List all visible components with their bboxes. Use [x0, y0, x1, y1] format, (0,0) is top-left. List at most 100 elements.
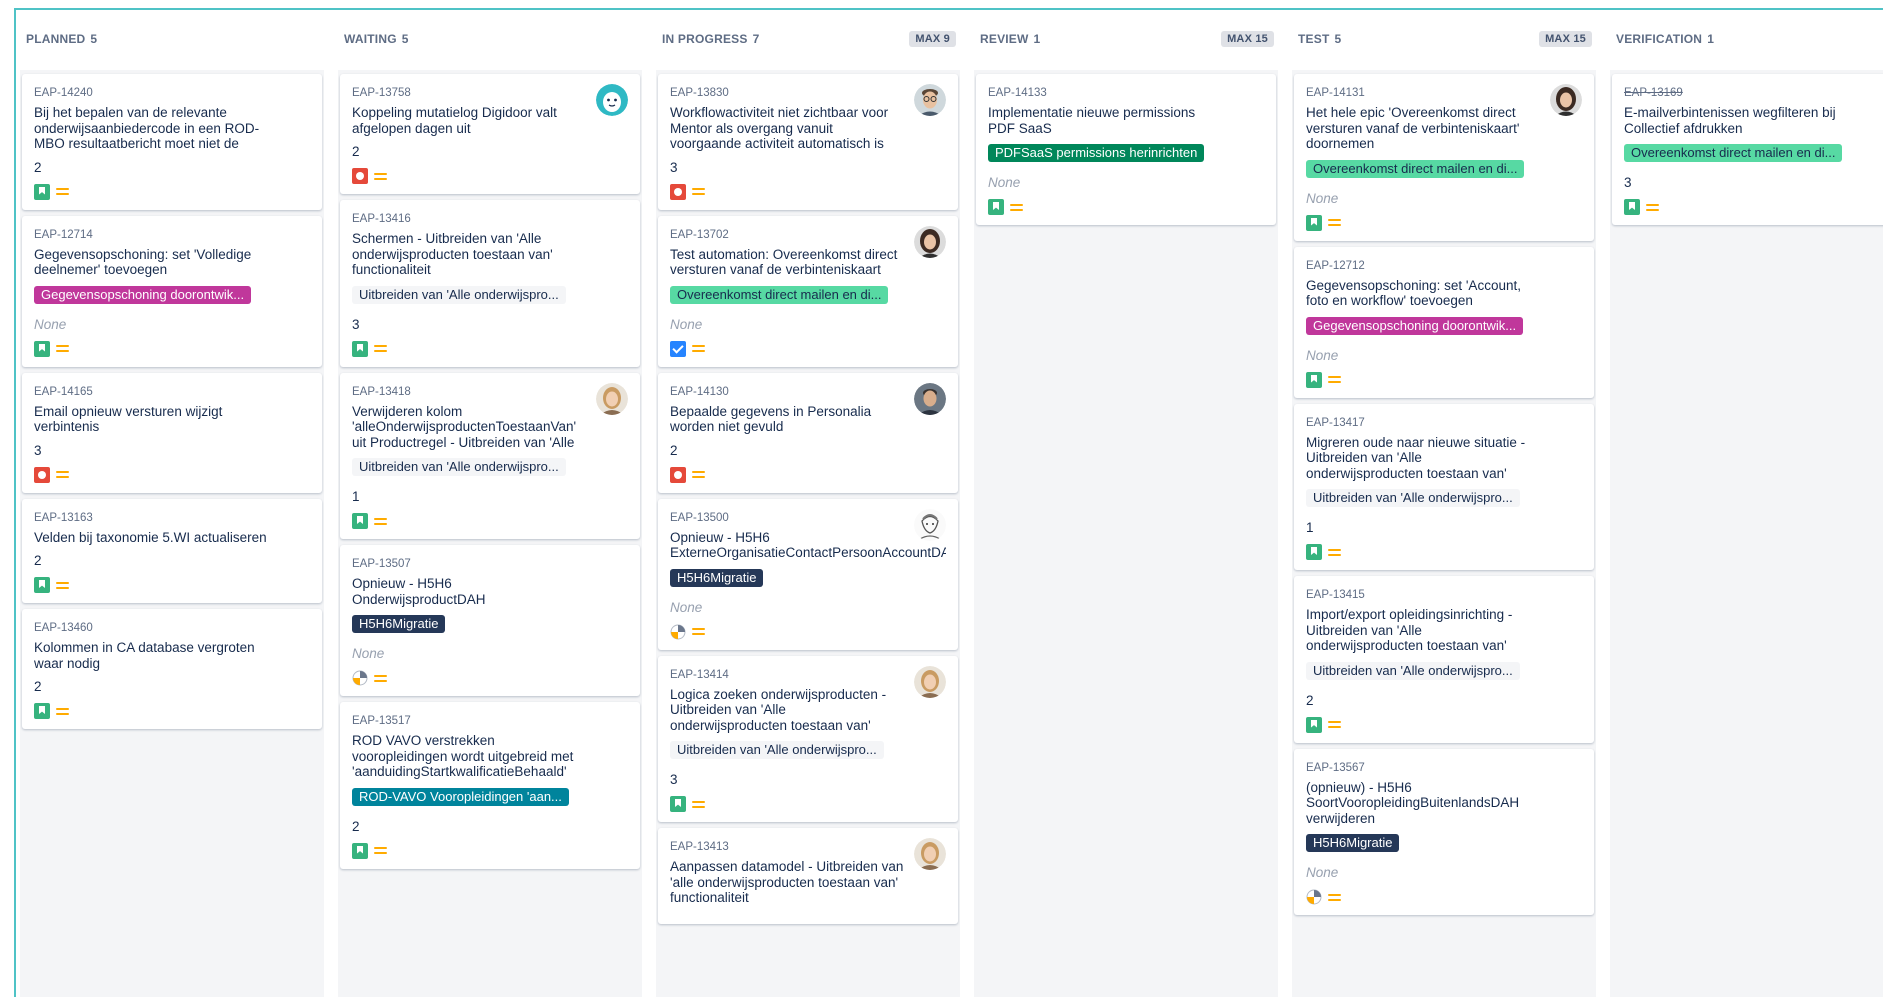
issue-key[interactable]: EAP-13163 [34, 511, 310, 525]
issue-card[interactable]: EAP-13417 Migreren oude naar nieuwe situ… [1294, 403, 1594, 570]
column-body: EAP-14131 Het hele epic 'Overeenkomst di… [1292, 70, 1596, 997]
issue-card[interactable]: EAP-13517 ROD VAVO verstrekken vooroplei… [340, 702, 640, 869]
issue-card[interactable]: EAP-13169 E-mailverbintenissen wegfilter… [1612, 74, 1883, 225]
issue-card[interactable]: EAP-13702 Test automation: Overeenkomst … [658, 215, 958, 367]
priority-medium-icon [374, 846, 387, 855]
issue-summary: Test automation: Overeenkomst direct ver… [670, 246, 898, 278]
issue-key[interactable]: EAP-14133 [988, 86, 1264, 100]
bug-icon [670, 183, 686, 200]
assignee-avatar[interactable] [596, 84, 628, 116]
assignee-avatar[interactable] [914, 508, 946, 541]
epic-label: Uitbreiden van 'Alle onderwijspro... [670, 741, 884, 759]
assignee-avatar[interactable] [914, 84, 946, 116]
issue-key[interactable]: EAP-13417 [1306, 416, 1582, 430]
assignee-avatar[interactable] [914, 382, 946, 415]
issue-key[interactable]: EAP-13414 [670, 668, 946, 682]
issue-card[interactable]: EAP-13418 Verwijderen kolom 'alleOnderwi… [340, 372, 640, 539]
story-points-none: None [988, 175, 1021, 190]
issue-key[interactable]: EAP-13830 [670, 86, 946, 100]
assignee-avatar[interactable] [914, 225, 946, 258]
issue-summary: Gegevensopschoning: set 'Account, foto e… [1306, 277, 1521, 309]
issue-key[interactable]: EAP-13500 [670, 511, 946, 525]
issue-card[interactable]: EAP-13507 Opnieuw - H5H6 Onderwijsproduc… [340, 545, 640, 696]
priority-medium-icon [56, 707, 69, 716]
story-points: 1 [1306, 520, 1314, 535]
card-icons [1624, 199, 1883, 215]
story-points-none: None [670, 316, 703, 332]
issue-key[interactable]: EAP-13507 [352, 557, 628, 571]
assignee-avatar[interactable] [596, 382, 628, 415]
epic-label: H5H6Migratie [352, 615, 446, 633]
issue-key[interactable]: EAP-13702 [670, 228, 946, 242]
issue-key[interactable]: EAP-14131 [1306, 86, 1582, 100]
issue-summary: Kolommen in CA database vergroten waar n… [34, 640, 255, 671]
priority-medium-icon [1328, 548, 1341, 557]
issue-key[interactable]: EAP-14240 [34, 86, 310, 100]
issue-card[interactable]: EAP-14131 Het hele epic 'Overeenkomst di… [1294, 74, 1594, 241]
issue-key[interactable]: EAP-14130 [670, 385, 946, 399]
card-icons [34, 466, 310, 483]
priority-medium-icon [692, 470, 705, 479]
issue-key[interactable]: EAP-14165 [34, 385, 310, 399]
epic-label: Uitbreiden van 'Alle onderwijspro... [352, 458, 566, 476]
card-icons [34, 703, 310, 719]
issue-card[interactable]: EAP-13500 Opnieuw - H5H6 ExterneOrganisa… [658, 498, 958, 650]
card-icons [1306, 371, 1582, 388]
card-icons [352, 842, 628, 859]
issue-key[interactable]: EAP-13567 [1306, 761, 1582, 775]
issue-card[interactable]: EAP-13830 Workflowactiviteit niet zichtb… [658, 74, 958, 210]
card-icons [1306, 544, 1582, 560]
card-icons [34, 183, 310, 200]
issue-card[interactable]: EAP-13415 Import/export opleidingsinrich… [1294, 576, 1594, 743]
column-header[interactable]: VERIFICATION 1 [1610, 20, 1883, 58]
issue-key[interactable]: EAP-13517 [352, 714, 628, 728]
issue-key[interactable]: EAP-13415 [1306, 588, 1582, 602]
story-icon [1306, 371, 1322, 388]
issue-card[interactable]: EAP-13413 Aanpassen datamodel - Uitbreid… [658, 828, 958, 924]
column-header[interactable]: PLANNED 5 [20, 20, 324, 58]
issue-summary: Velden bij taxonomie 5.WI actualiseren [34, 529, 267, 545]
story-points-none: None [1306, 347, 1339, 363]
assignee-avatar[interactable] [914, 665, 946, 698]
issue-key[interactable]: EAP-12714 [34, 228, 310, 242]
issue-key[interactable]: EAP-12712 [1306, 259, 1582, 273]
issue-card[interactable]: EAP-14240 Bij het bepalen van de relevan… [22, 74, 322, 210]
column-count: 1 [1033, 32, 1041, 46]
issue-card[interactable]: EAP-13163 Velden bij taxonomie 5.WI actu… [22, 498, 322, 603]
bug-icon [34, 466, 50, 483]
assignee-avatar[interactable] [914, 838, 946, 870]
issue-card[interactable]: EAP-14130 Bepaalde gegevens in Personali… [658, 372, 958, 493]
issue-key[interactable]: EAP-13758 [352, 86, 628, 100]
issue-key[interactable]: EAP-13418 [352, 385, 628, 399]
column-count: 1 [1707, 32, 1715, 46]
epic-label: H5H6Migratie [1306, 834, 1400, 852]
issue-card[interactable]: EAP-13460 Kolommen in CA database vergro… [22, 609, 322, 729]
issue-key[interactable]: EAP-13413 [670, 840, 946, 854]
priority-medium-icon [56, 344, 69, 353]
issue-card[interactable]: EAP-14165 Email opnieuw versturen wijzig… [22, 372, 322, 493]
issue-card[interactable]: EAP-14133 Implementatie nieuwe permissio… [976, 74, 1276, 225]
issue-card[interactable]: EAP-12712 Gegevensopschoning: set 'Accou… [1294, 246, 1594, 398]
story-points: 3 [34, 442, 42, 458]
priority-medium-icon [1010, 203, 1023, 212]
priority-medium-icon [374, 517, 387, 526]
column-body: EAP-13169 E-mailverbintenissen wegfilter… [1610, 70, 1883, 997]
story-icon [1306, 214, 1322, 231]
issue-key[interactable]: EAP-13460 [34, 621, 310, 635]
issue-card[interactable]: EAP-13567 (opnieuw) - H5H6 SoortVoorople… [1294, 748, 1594, 915]
column-header[interactable]: TEST 5 MAX 15 [1292, 20, 1596, 58]
issue-key[interactable]: EAP-13416 [352, 212, 628, 226]
issue-card[interactable]: EAP-13414 Logica zoeken onderwijsproduct… [658, 655, 958, 822]
column-max-badge: MAX 15 [1221, 31, 1274, 47]
issue-card[interactable]: EAP-13758 Koppeling mutatielog Digidoor … [340, 74, 640, 194]
issue-card[interactable]: EAP-13416 Schermen - Uitbreiden van 'All… [340, 200, 640, 367]
column-header[interactable]: WAITING 5 [338, 20, 642, 58]
column-header[interactable]: IN PROGRESS 7 MAX 9 [656, 20, 960, 58]
assignee-avatar[interactable] [1550, 84, 1582, 116]
priority-medium-icon [1328, 375, 1341, 384]
issue-summary: Logica zoeken onderwijsproducten - Uitbr… [670, 686, 887, 733]
issue-card[interactable]: EAP-12714 Gegevensopschoning: set 'Volle… [22, 215, 322, 367]
issue-key[interactable]: EAP-13169 [1624, 86, 1883, 100]
column-header[interactable]: REVIEW 1 MAX 15 [974, 20, 1278, 58]
story-icon [1306, 544, 1322, 560]
